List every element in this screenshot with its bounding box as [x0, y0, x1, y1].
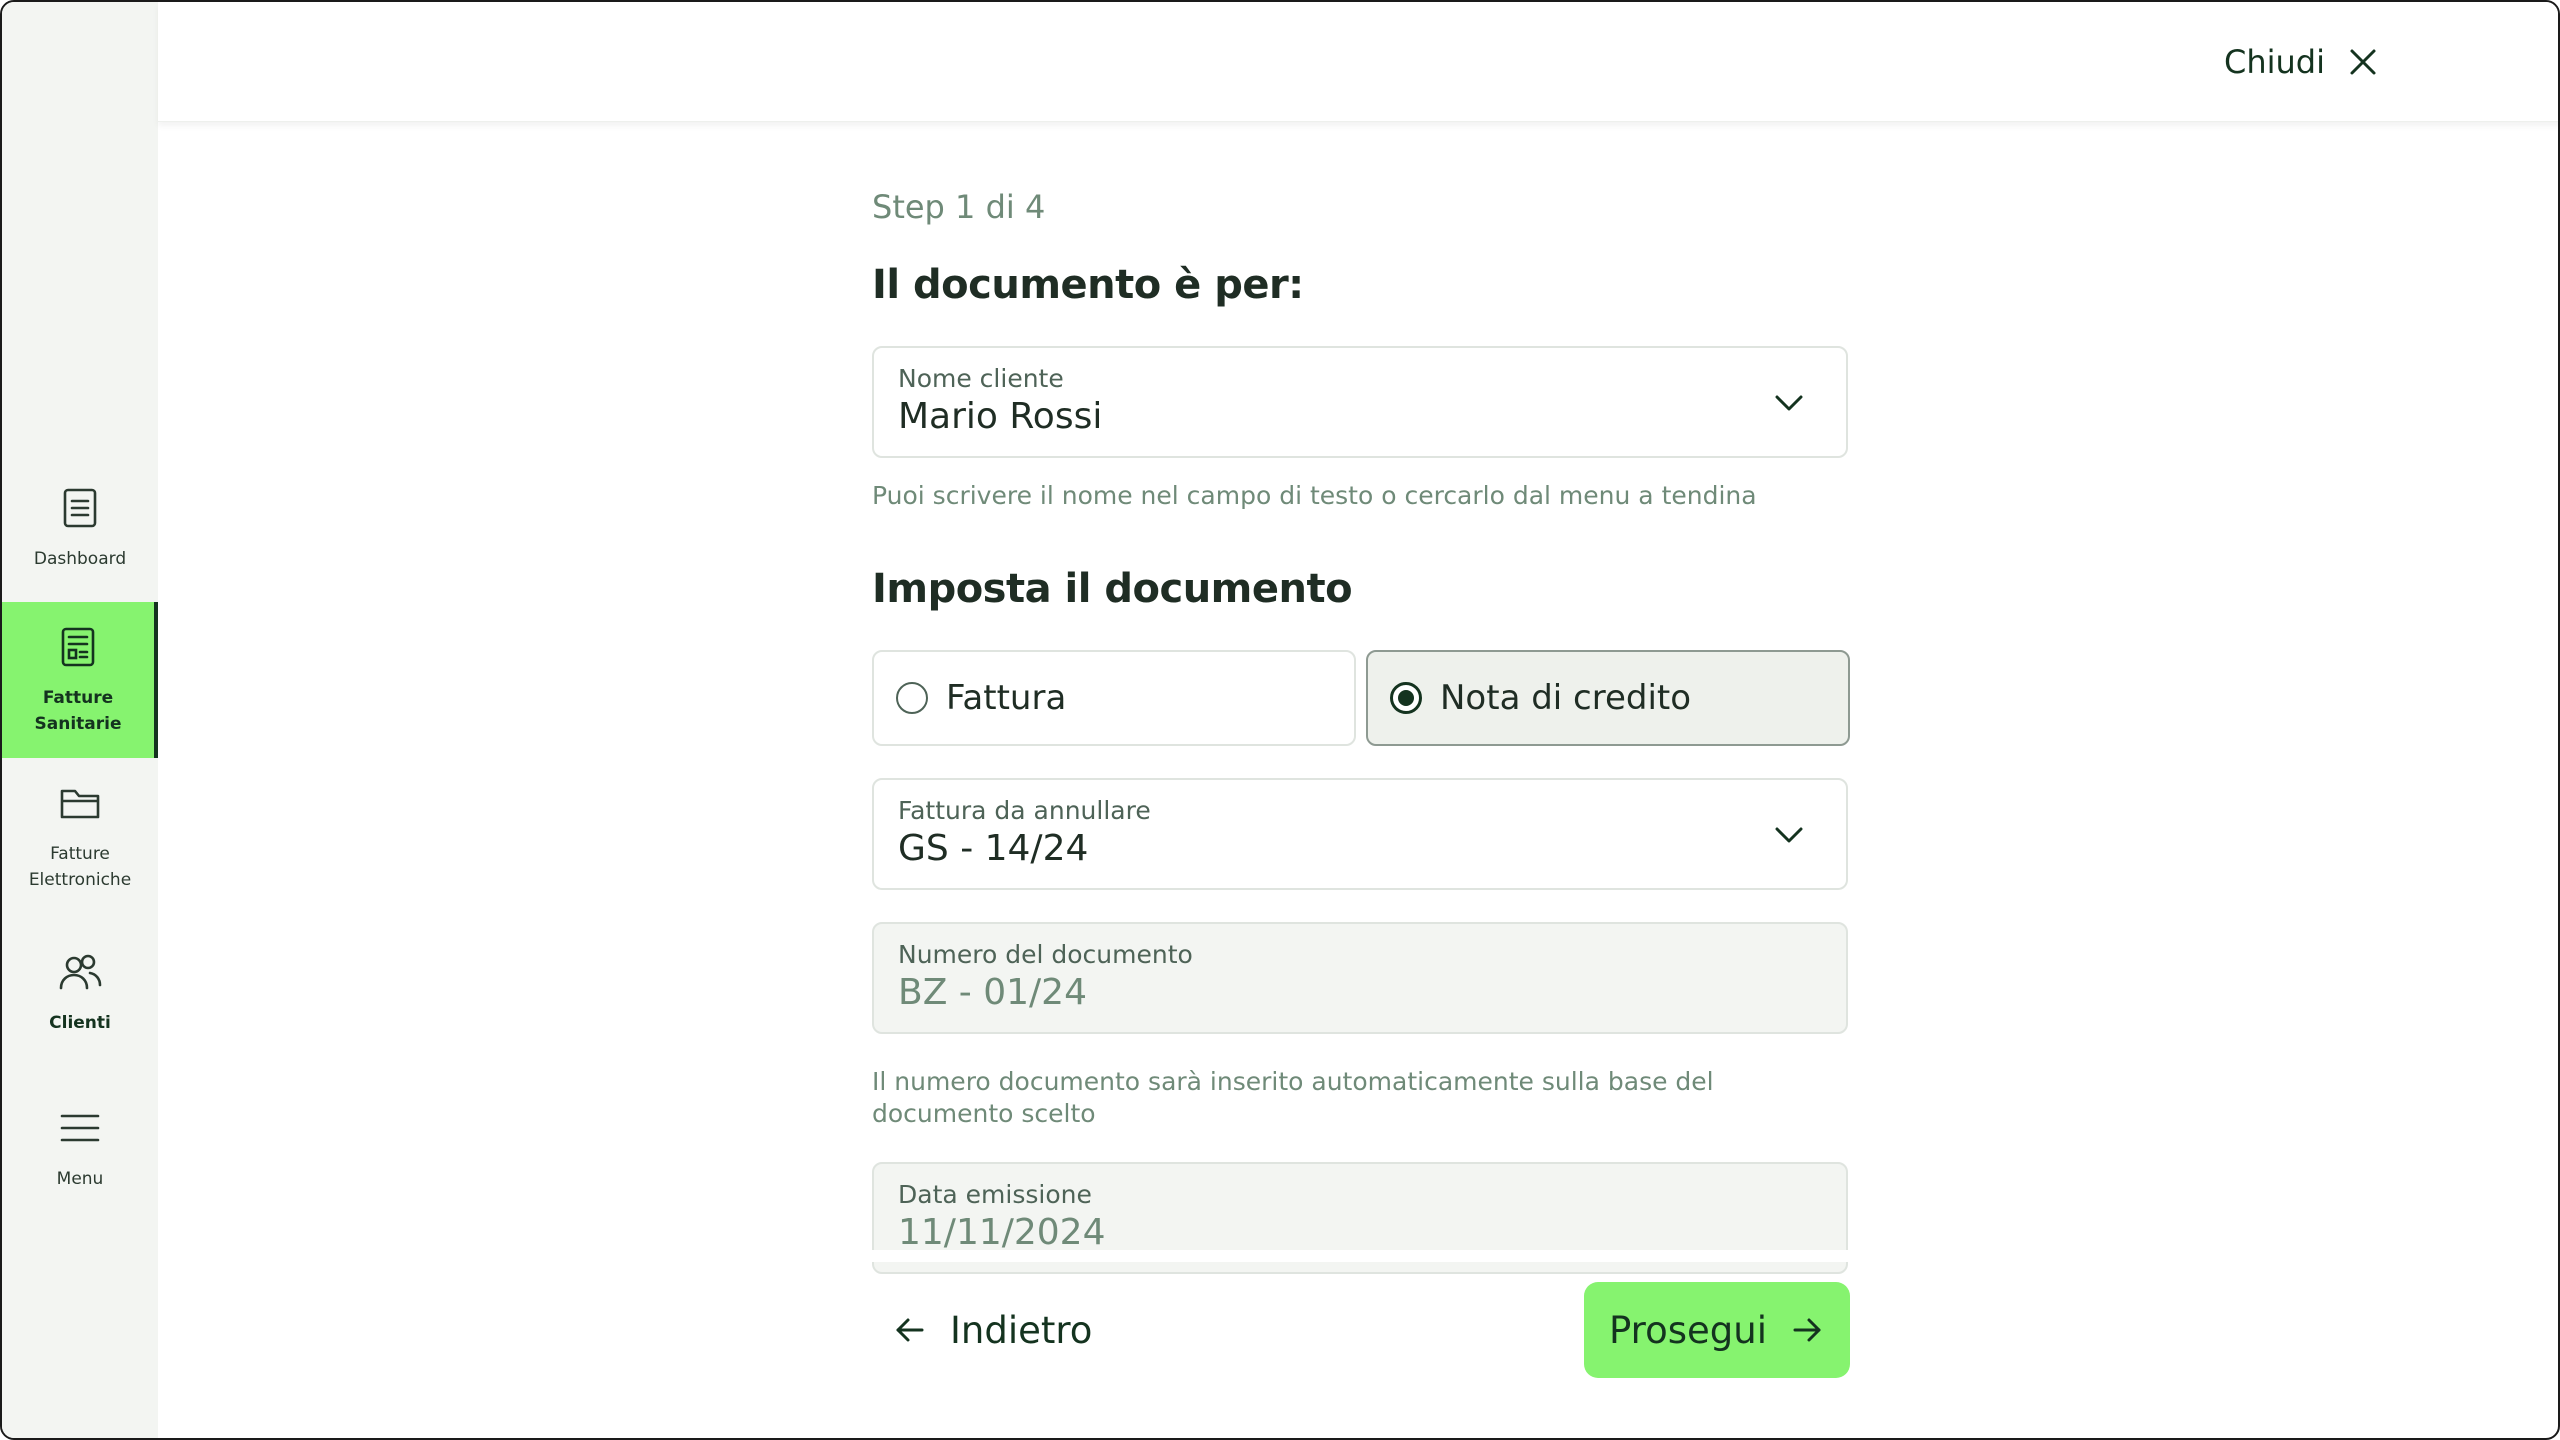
sidebar-item-label: Fatture Sanitarie [34, 688, 122, 734]
radio-label: Nota di credito [1440, 678, 1692, 718]
arrow-right-icon [1793, 1318, 1821, 1342]
sidebar-item-fatture-elettroniche[interactable]: Fatture Elettroniche [2, 758, 158, 914]
users-icon [59, 954, 102, 990]
app-window: Dashboard Fatture Sanitarie Fatture Elettr… [0, 0, 2560, 1440]
sidebar-item-label: Fatture Elettroniche [28, 844, 132, 890]
invoice-icon [61, 627, 95, 667]
close-label: Chiudi [2224, 43, 2325, 81]
client-help-text: Puoi scrivere il nome nel campo di testo… [872, 481, 1757, 510]
invoice-field-label: Fattura da annullare [898, 796, 1151, 825]
doc-number-label: Numero del documento [898, 940, 1193, 969]
radio-checked-icon [1390, 682, 1422, 714]
continue-label: Prosegui [1609, 1308, 1767, 1352]
page-title: Il documento è per: [872, 262, 1304, 308]
invoice-to-cancel-select[interactable]: Fattura da annullare GS - 14/24 [872, 778, 1848, 890]
radio-unchecked-icon [896, 682, 928, 714]
sidebar-item-label: Clienti [49, 1013, 111, 1033]
invoice-field-value: GS - 14/24 [898, 828, 1089, 869]
document-list-icon [63, 488, 97, 528]
hamburger-icon [60, 1114, 100, 1142]
radio-fattura[interactable]: Fattura [872, 650, 1356, 746]
top-bar: Chiudi [158, 2, 2558, 122]
section-title: Imposta il documento [872, 566, 1353, 612]
radio-nota-di-credito[interactable]: Nota di credito [1366, 650, 1850, 746]
doc-number-value: BZ - 01/24 [898, 972, 1087, 1013]
sidebar-item-menu[interactable]: Menu [2, 1070, 158, 1226]
chevron-down-icon[interactable] [1772, 386, 1806, 420]
continue-button[interactable]: Prosegui [1584, 1282, 1850, 1378]
issue-date-label: Data emissione [898, 1180, 1092, 1209]
arrow-left-icon [896, 1318, 924, 1342]
step-indicator: Step 1 di 4 [872, 188, 1046, 226]
back-label: Indietro [950, 1308, 1093, 1352]
client-field-value: Mario Rossi [898, 396, 1103, 437]
radio-label: Fattura [946, 678, 1067, 718]
close-button[interactable]: Chiudi [2224, 38, 2379, 86]
sidebar: Dashboard Fatture Sanitarie Fatture Elettr… [2, 2, 158, 1438]
issue-date-value: 11/11/2024 [898, 1212, 1106, 1253]
scroll-mask [158, 1250, 2558, 1262]
back-button[interactable]: Indietro [892, 1302, 1092, 1358]
document-number-field: Numero del documento BZ - 01/24 [872, 922, 1848, 1034]
close-icon [2350, 49, 2376, 75]
sidebar-item-clienti[interactable]: Clienti [2, 914, 158, 1070]
sidebar-item-label: Menu [56, 1169, 104, 1189]
sidebar-item-dashboard[interactable]: Dashboard [2, 450, 158, 606]
sidebar-item-fatture-sanitarie[interactable]: Fatture Sanitarie [2, 602, 158, 758]
client-select[interactable]: Nome cliente Mario Rossi [872, 346, 1848, 458]
folder-icon [60, 789, 100, 819]
sidebar-item-label: Dashboard [33, 549, 127, 569]
chevron-down-icon[interactable] [1772, 818, 1806, 852]
client-field-label: Nome cliente [898, 364, 1064, 393]
doc-number-help-text: Il numero documento sarà inserito automa… [872, 1067, 1714, 1128]
